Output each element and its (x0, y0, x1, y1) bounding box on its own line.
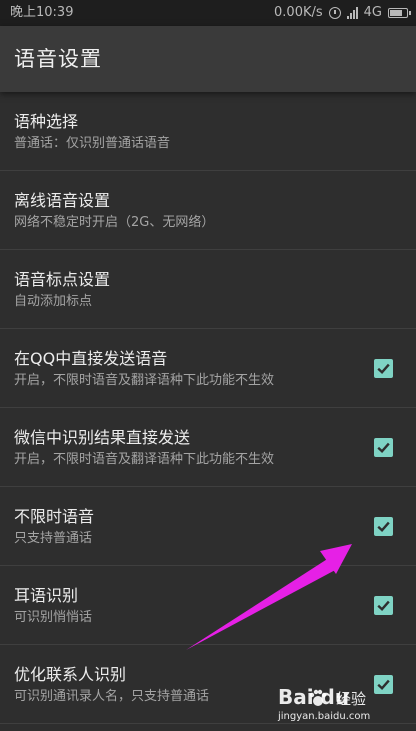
check-icon (377, 521, 390, 533)
alarm-icon (328, 7, 341, 19)
setting-title: 耳语识别 (14, 586, 79, 605)
setting-language-selection[interactable]: 语种选择 普通话：仅识别普通话语音 (0, 92, 416, 171)
qq-direct-send-checkbox[interactable] (374, 359, 393, 378)
setting-subtitle: 只支持普通话 (14, 531, 93, 546)
setting-wechat-direct-send[interactable]: 微信中识别结果直接发送 开启，不限时语音及翻译语种下此功能不生效 (0, 408, 416, 487)
setting-subtitle: 可识别悄悄话 (14, 610, 93, 625)
check-icon (377, 600, 390, 612)
setting-unlimited-voice[interactable]: 不限时语音 只支持普通话 (0, 487, 416, 566)
whisper-recognition-checkbox[interactable] (374, 596, 393, 615)
status-time: 晚上10:39 (10, 5, 74, 20)
setting-offline-voice[interactable]: 离线语音设置 网络不稳定时开启（2G、无网络） (0, 171, 416, 250)
setting-qq-direct-send[interactable]: 在QQ中直接发送语音 开启，不限时语音及翻译语种下此功能不生效 (0, 329, 416, 408)
watermark-jingyan: 经验 (336, 690, 367, 708)
setting-title: 语种选择 (14, 112, 79, 131)
status-icons: 0.00K/s 4G (274, 0, 411, 26)
baidu-jingyan-watermark: Bai du 经验 jingyan.baidu.com (278, 685, 386, 727)
setting-subtitle: 普通话：仅识别普通话语音 (14, 136, 171, 151)
paw-icon (309, 689, 327, 706)
battery-icon (388, 8, 411, 18)
unlimited-voice-checkbox[interactable] (374, 517, 393, 536)
wechat-direct-send-checkbox[interactable] (374, 438, 393, 457)
voice-settings-screen: 晚上10:39 0.00K/s 4G 语音设置 语种选择 普通话：仅识别普通话语… (0, 0, 416, 731)
check-icon (377, 442, 390, 454)
page-title: 语音设置 (14, 47, 102, 71)
settings-list: 语种选择 普通话：仅识别普通话语音 离线语音设置 网络不稳定时开启（2G、无网络… (0, 92, 416, 724)
setting-subtitle: 开启，不限时语音及翻译语种下此功能不生效 (14, 373, 275, 388)
signal-icon (346, 7, 358, 19)
setting-title: 在QQ中直接发送语音 (14, 349, 168, 368)
setting-title: 不限时语音 (14, 507, 95, 526)
status-bar: 晚上10:39 0.00K/s 4G (0, 0, 416, 26)
setting-subtitle: 开启，不限时语音及翻译语种下此功能不生效 (14, 452, 275, 467)
setting-subtitle: 网络不稳定时开启（2G、无网络） (14, 215, 215, 230)
network-type: 4G (363, 5, 382, 20)
check-icon (377, 363, 390, 375)
setting-title: 优化联系人识别 (14, 665, 127, 684)
setting-subtitle: 自动添加标点 (14, 294, 93, 309)
setting-title: 微信中识别结果直接发送 (14, 428, 191, 447)
network-speed: 0.00K/s (274, 5, 323, 20)
setting-title: 离线语音设置 (14, 191, 111, 210)
setting-title: 语音标点设置 (14, 270, 111, 289)
setting-punctuation[interactable]: 语音标点设置 自动添加标点 (0, 250, 416, 329)
setting-whisper-recognition[interactable]: 耳语识别 可识别悄悄话 (0, 566, 416, 645)
app-bar: 语音设置 (0, 26, 416, 92)
setting-subtitle: 可识别通讯录人名，只支持普通话 (14, 689, 210, 704)
watermark-url: jingyan.baidu.com (278, 711, 371, 722)
